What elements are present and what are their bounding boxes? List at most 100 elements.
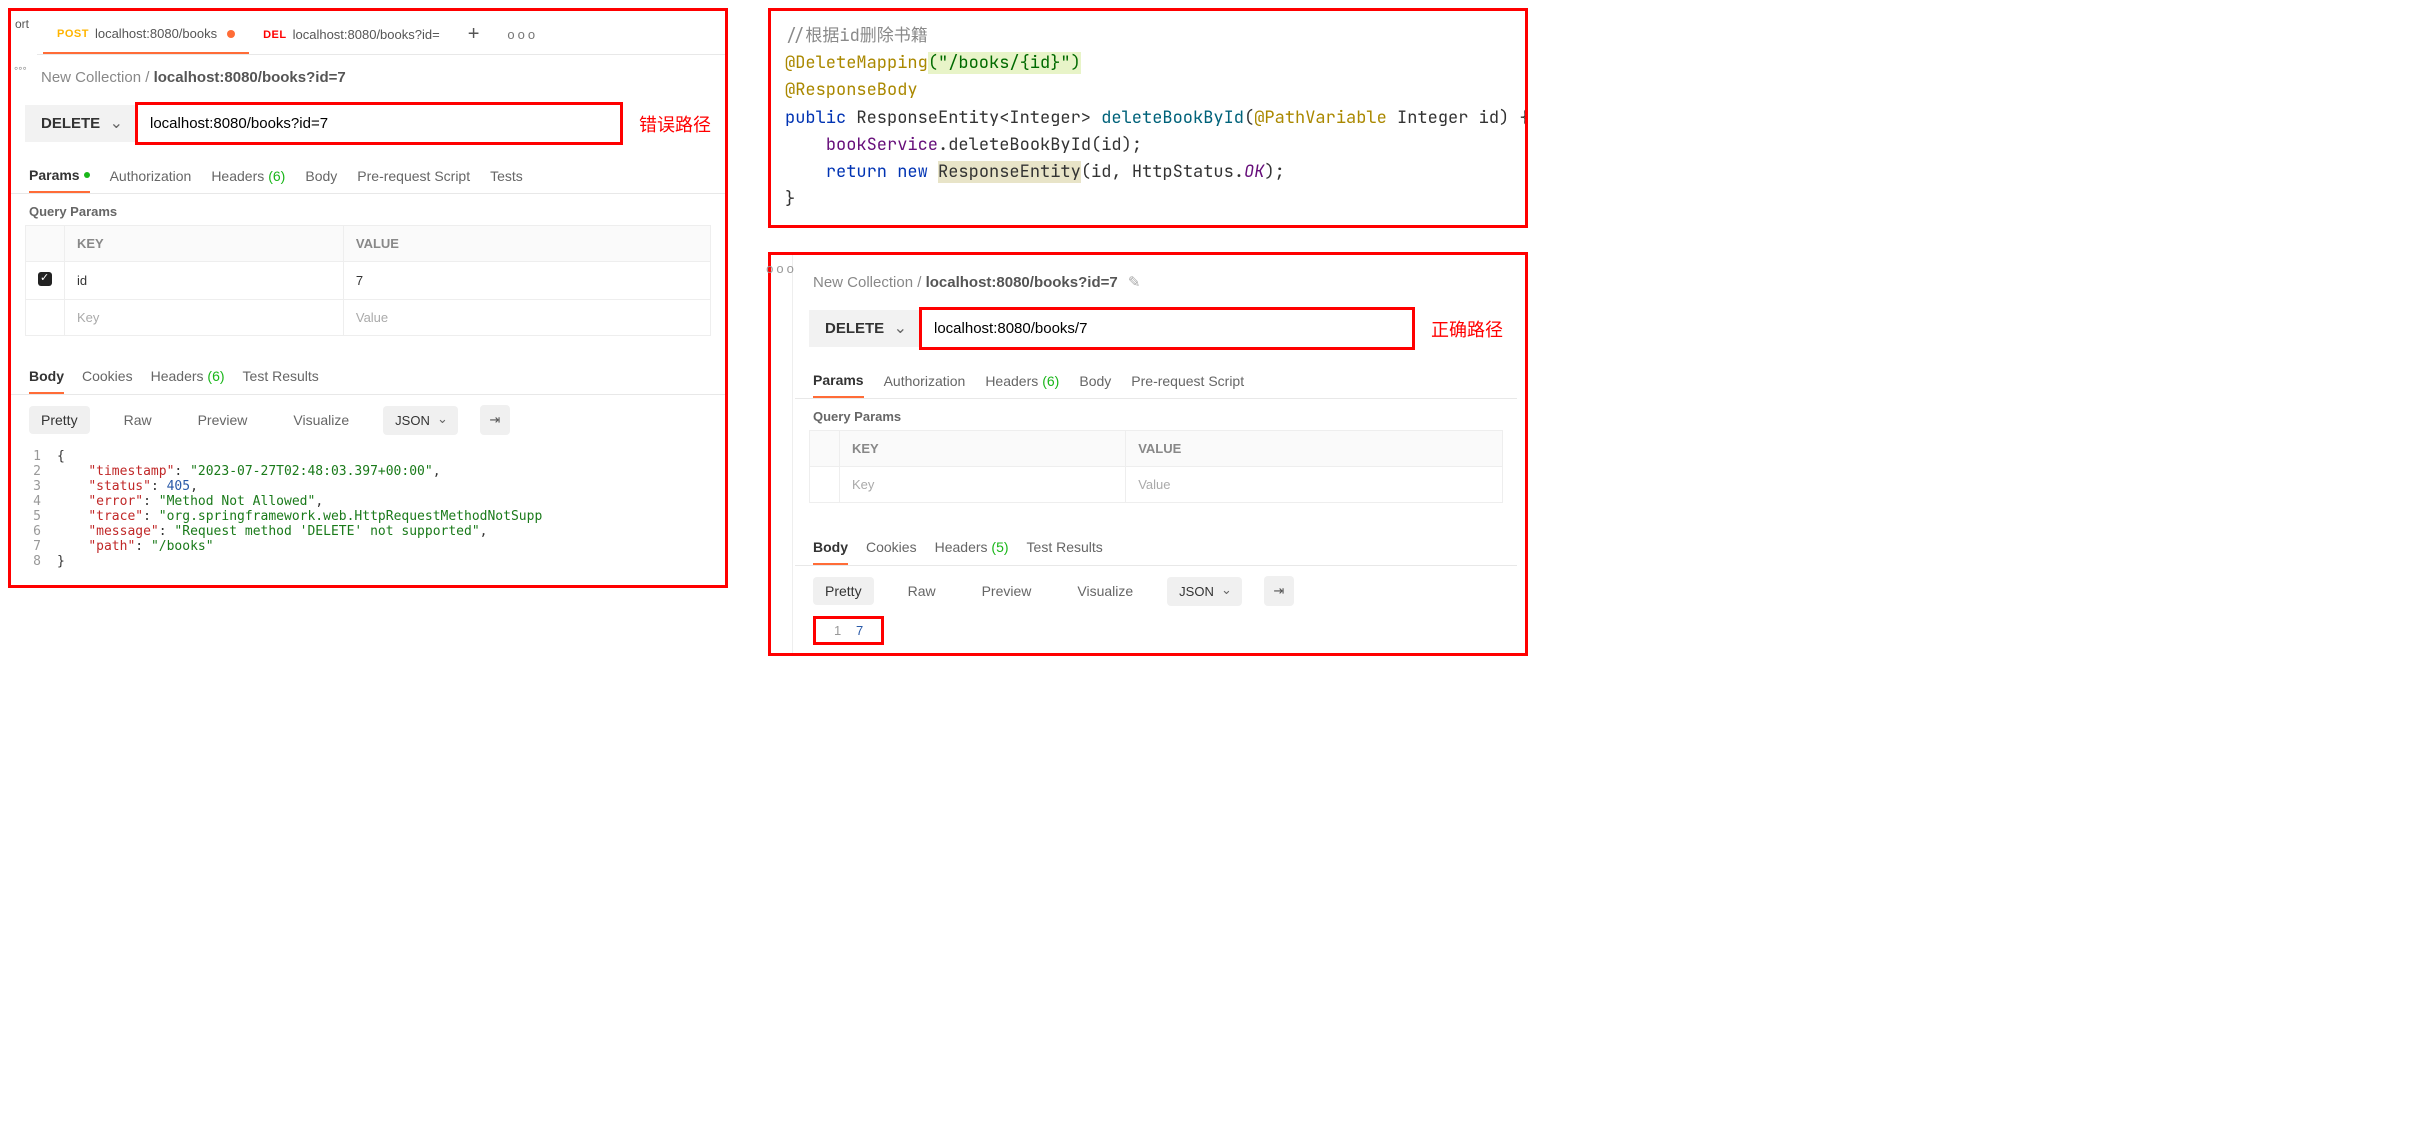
format-select[interactable]: JSON [1167,577,1242,606]
line-number: 2 [29,464,57,479]
request-subtabs: Params Authorization Headers (6) Body Pr… [795,356,1517,399]
tab-headers[interactable]: Headers (6) [985,364,1059,398]
tab-body[interactable]: Body [305,159,337,193]
response-body[interactable]: 1{2 "timestamp": "2023-07-27T02:48:03.39… [11,445,725,573]
tab-body[interactable]: Body [1079,364,1111,398]
resp-tab-body[interactable]: Body [29,360,64,394]
wrap-lines-icon[interactable]: ⇥ [1264,576,1294,606]
wrap-lines-icon[interactable]: ⇥ [480,405,510,435]
url-row: DELETE 错误路径 [25,102,711,145]
line-number: 3 [29,479,57,494]
query-params-table: KEY VALUE id 7 Key Value [25,225,711,336]
unsaved-dot-icon [227,30,235,38]
tab-title: localhost:8080/books?id= [293,27,440,42]
resp-tab-headers[interactable]: Headers (5) [935,531,1009,565]
tab-method: DEL [263,29,287,41]
param-value-placeholder[interactable]: Value [343,300,710,336]
code-text: "path": "/books" [57,539,214,554]
table-header-row: KEY VALUE [810,431,1503,467]
code-text: "status": 405, [57,479,198,494]
line-number: 8 [29,554,57,569]
col-value: VALUE [343,226,710,262]
view-raw[interactable]: Raw [112,406,164,434]
crumb-collection[interactable]: New Collection [41,69,141,86]
code-line: 1{ [29,449,707,464]
query-params-table: KEY VALUE Key Value [809,430,1503,503]
code-line: 4 "error": "Method Not Allowed", [29,494,707,509]
tab-headers[interactable]: Headers (6) [211,159,285,193]
code-text: "message": "Request method 'DELETE' not … [57,524,488,539]
param-key[interactable]: id [65,262,344,300]
param-value-placeholder[interactable]: Value [1126,467,1503,503]
col-key: KEY [65,226,344,262]
annotation-wrong-path: 错误路径 [639,111,711,137]
tab-add-icon[interactable]: + [454,23,494,46]
response-tabs: Body Cookies Headers (6) Test Results [11,354,725,395]
crumb-collection[interactable]: New Collection [813,274,913,291]
code-comment: //根据id删除书籍 [785,25,928,47]
code-line: 2 "timestamp": "2023-07-27T02:48:03.397+… [29,464,707,479]
tab-pre-request[interactable]: Pre-request Script [1131,364,1244,398]
col-value: VALUE [1126,431,1503,467]
tab-post-books[interactable]: POST localhost:8080/books [43,15,249,54]
table-row-new[interactable]: Key Value [810,467,1503,503]
param-key-placeholder[interactable]: Key [65,300,344,336]
left-strip-more-icon[interactable]: ooo [771,255,793,653]
response-body[interactable]: 17 [813,616,884,645]
resp-tab-headers[interactable]: Headers (6) [151,360,225,394]
resp-tab-body[interactable]: Body [813,531,848,565]
code-line: 5 "trace": "org.springframework.web.Http… [29,509,707,524]
response-tabs: Body Cookies Headers (5) Test Results [795,525,1517,566]
tab-pre-request[interactable]: Pre-request Script [357,159,470,193]
resp-tab-test-results[interactable]: Test Results [243,360,319,394]
param-value[interactable]: 7 [343,262,710,300]
view-preview[interactable]: Preview [186,406,260,434]
view-pretty[interactable]: Pretty [29,406,90,434]
code-line: 7 "path": "/books" [29,539,707,554]
code-line: 8} [29,554,707,569]
view-pretty[interactable]: Pretty [813,577,874,605]
line-number: 7 [29,539,57,554]
tab-params[interactable]: Params [29,159,90,193]
tab-tests[interactable]: Tests [490,159,523,193]
tab-authorization[interactable]: Authorization [110,159,192,193]
tab-params[interactable]: Params [813,364,864,398]
view-visualize[interactable]: Visualize [1065,577,1145,605]
postman-right-panel: ooo New Collection / localhost:8080/book… [768,252,1528,656]
side-import[interactable]: ort [11,11,33,37]
response-value: 7 [856,623,863,638]
tab-authorization[interactable]: Authorization [884,364,966,398]
method-select[interactable]: DELETE [25,105,135,142]
response-view-row: Pretty Raw Preview Visualize JSON ⇥ [11,395,725,445]
url-row: DELETE 正确路径 [809,307,1503,350]
resp-tab-cookies[interactable]: Cookies [82,360,133,394]
line-number: 1 [29,449,57,464]
postman-left-panel: ort ◦◦◦ POST localhost:8080/books DEL lo… [8,8,728,588]
view-preview[interactable]: Preview [970,577,1044,605]
code-text: "trace": "org.springframework.web.HttpRe… [57,509,542,524]
edit-icon[interactable]: ✎ [1128,274,1141,291]
tab-title: localhost:8080/books [95,26,217,41]
view-visualize[interactable]: Visualize [281,406,361,434]
query-params-title: Query Params [11,194,725,225]
tab-del-books[interactable]: DEL localhost:8080/books?id= [249,15,454,54]
response-view-row: Pretty Raw Preview Visualize JSON ⇥ [795,566,1517,616]
format-select[interactable]: JSON [383,406,458,435]
code-text: "error": "Method Not Allowed", [57,494,323,509]
breadcrumb: New Collection / localhost:8080/books?id… [23,55,725,96]
checkbox-icon[interactable] [38,272,52,286]
method-select[interactable]: DELETE [809,310,919,347]
table-row[interactable]: id 7 [26,262,711,300]
url-input[interactable] [919,307,1415,350]
resp-tab-cookies[interactable]: Cookies [866,531,917,565]
resp-tab-test-results[interactable]: Test Results [1027,531,1103,565]
tab-overflow-icon[interactable]: ooo [493,27,552,42]
annotation: @ResponseBody [785,79,918,101]
view-raw[interactable]: Raw [896,577,948,605]
table-row-new[interactable]: Key Value [26,300,711,336]
annotation-correct-path: 正确路径 [1431,316,1503,342]
param-key-placeholder[interactable]: Key [840,467,1126,503]
side-more[interactable]: ◦◦◦ [11,55,30,81]
url-input[interactable] [135,102,623,145]
line-number: 1 [834,623,856,638]
